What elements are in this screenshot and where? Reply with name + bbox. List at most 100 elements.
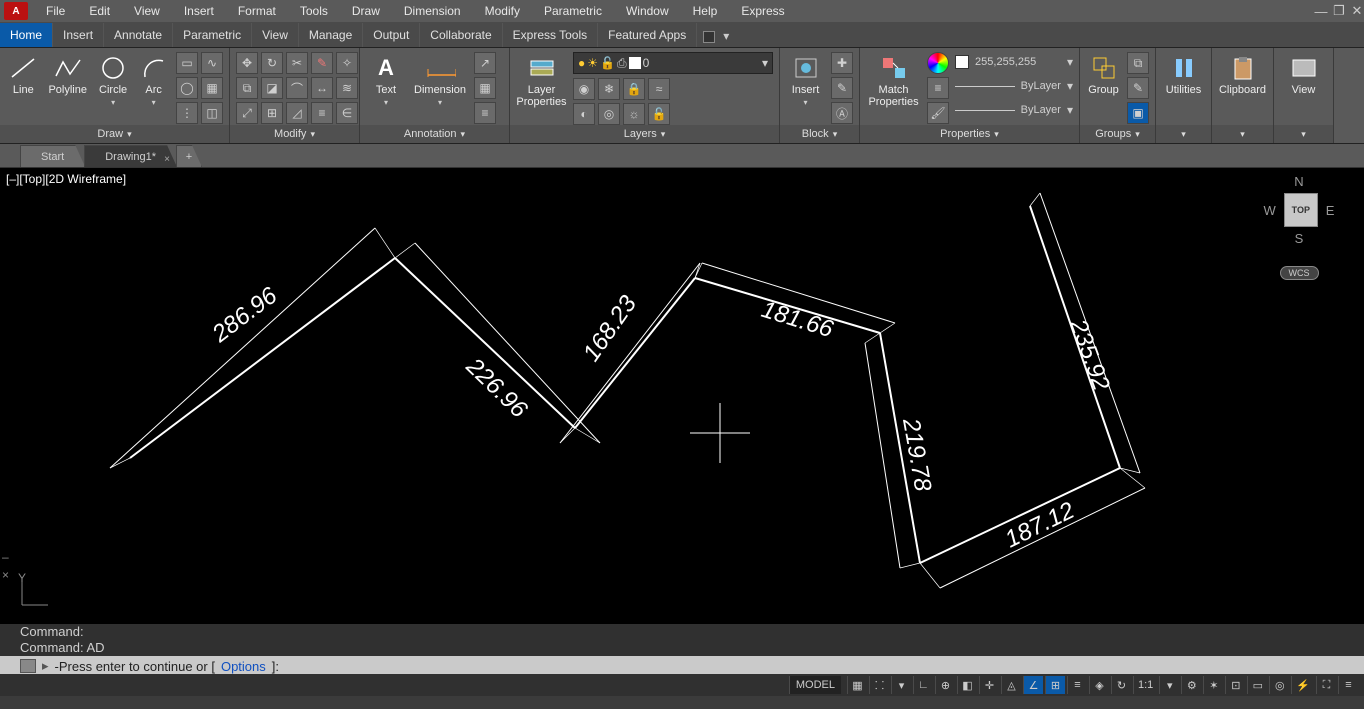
ribbon-tab-insert[interactable]: Insert <box>53 23 104 47</box>
rotate-icon[interactable]: ↻ <box>261 52 283 74</box>
line-button[interactable]: Line <box>6 52 41 96</box>
array-icon[interactable]: ⊞ <box>261 102 283 124</box>
group-button[interactable]: Group <box>1086 52 1121 96</box>
layer-selector[interactable]: ● ☀ 🔓 ⎙ 0 ▾ <box>573 52 773 74</box>
props-brush-icon[interactable]: 🖌 <box>927 102 949 124</box>
ribbon-tab-view[interactable]: View <box>252 23 299 47</box>
menu-parametric[interactable]: Parametric <box>532 0 614 22</box>
status-polar-icon[interactable]: ⊕ <box>935 676 955 694</box>
status-transparency-icon[interactable]: ◈ <box>1089 676 1109 694</box>
menu-tools[interactable]: Tools <box>288 0 340 22</box>
window-restore-icon[interactable]: ❐ <box>1332 3 1346 19</box>
status-cleanscn-icon[interactable]: ⛶ <box>1316 676 1336 694</box>
viewcube-top-face[interactable]: TOP <box>1284 193 1318 227</box>
window-close-icon[interactable]: ✕ <box>1350 3 1364 19</box>
menu-window[interactable]: Window <box>614 0 681 22</box>
status-lwt-icon[interactable]: ≡ <box>1067 676 1087 694</box>
panel-label-draw[interactable]: Draw <box>0 125 229 143</box>
ribbon-tab-home[interactable]: Home <box>0 23 53 47</box>
insert-block-button[interactable]: Insert▾ <box>786 52 825 107</box>
panel-label-modify[interactable]: Modify <box>230 125 359 143</box>
offset-icon[interactable]: ≋ <box>336 77 358 99</box>
close-panel-icon[interactable]: × <box>2 568 9 582</box>
fillet-icon[interactable]: ⌒ <box>286 77 308 99</box>
apps-icon[interactable] <box>703 31 715 43</box>
ribbon-tab-annotate[interactable]: Annotate <box>104 23 173 47</box>
point-icon[interactable]: ⋮ <box>176 102 198 124</box>
color-wheel-icon[interactable] <box>927 52 949 74</box>
move-icon[interactable]: ✥ <box>236 52 258 74</box>
viewcube-west[interactable]: W <box>1264 203 1276 218</box>
status-isolate-icon[interactable]: ◎ <box>1269 676 1289 694</box>
attribute-icon[interactable]: Ⓐ <box>831 102 853 124</box>
panel-label-annotation[interactable]: Annotation <box>360 125 509 143</box>
spline-icon[interactable]: ∿ <box>201 52 223 74</box>
ribbon-dropdown-icon[interactable]: ▾ <box>723 29 729 43</box>
polyline-button[interactable]: Polyline <box>47 52 89 96</box>
menu-edit[interactable]: Edit <box>77 0 122 22</box>
ribbon-tab-express-tools[interactable]: Express Tools <box>503 23 598 47</box>
status-cycling-icon[interactable]: ↻ <box>1111 676 1131 694</box>
layer-thaw-icon[interactable]: ☼ <box>623 103 645 125</box>
arc-button[interactable]: Arc▾ <box>137 52 170 107</box>
align-icon[interactable]: ≡ <box>311 102 333 124</box>
region-icon[interactable]: ◫ <box>201 102 223 124</box>
status-gear-icon[interactable]: ⚙ <box>1181 676 1201 694</box>
chamfer-icon[interactable]: ◿ <box>286 102 308 124</box>
menu-help[interactable]: Help <box>681 0 730 22</box>
layer-unlock-icon[interactable]: 🔓 <box>648 103 670 125</box>
panel-label-clipboard[interactable] <box>1212 125 1273 143</box>
viewcube-south[interactable]: S <box>1295 231 1304 246</box>
layer-on-icon[interactable]: ◎ <box>598 103 620 125</box>
status-ortho-icon[interactable]: ∟ <box>913 676 933 694</box>
layer-lock-icon[interactable]: 🔒 <box>623 78 645 100</box>
menu-modify[interactable]: Modify <box>473 0 532 22</box>
layer-match-icon[interactable]: ≈ <box>648 78 670 100</box>
menu-view[interactable]: View <box>122 0 172 22</box>
ungroup-icon[interactable]: ⧉ <box>1127 52 1149 74</box>
panel-label-utilities[interactable] <box>1156 125 1211 143</box>
erase-icon[interactable]: ✎ <box>311 52 333 74</box>
status-customize-icon[interactable]: ≡ <box>1338 676 1358 694</box>
viewcube-north[interactable]: N <box>1294 174 1303 189</box>
dimension-button[interactable]: Dimension▾ <box>412 52 468 107</box>
status-dyninput-icon[interactable]: ⊞ <box>1045 676 1065 694</box>
status-annotation-icon[interactable]: ✶ <box>1203 676 1223 694</box>
clipboard-button[interactable]: Clipboard <box>1218 52 1267 96</box>
layer-iso-icon[interactable]: ◐ <box>573 103 595 125</box>
command-option-link[interactable]: Options <box>221 659 266 674</box>
circle-button[interactable]: Circle▾ <box>95 52 132 107</box>
ribbon-tab-output[interactable]: Output <box>363 23 420 47</box>
copy-icon[interactable]: ⧉ <box>236 77 258 99</box>
text-button[interactable]: A Text▾ <box>366 52 406 107</box>
create-block-icon[interactable]: ✚ <box>831 52 853 74</box>
status-osnap-icon[interactable]: ✛ <box>979 676 999 694</box>
color-selector[interactable]: 255,255,255▾ <box>955 52 1073 72</box>
table-icon[interactable]: ▦ <box>474 77 496 99</box>
collapse-icon[interactable]: – <box>2 550 9 564</box>
tab-drawing1[interactable]: Drawing1*× <box>84 145 177 167</box>
status-monitor-icon[interactable]: ▭ <box>1247 676 1267 694</box>
status-annoscale[interactable]: 1:1 <box>1133 676 1157 694</box>
mtext-icon[interactable]: ≡ <box>474 102 496 124</box>
menu-express[interactable]: Express <box>729 0 796 22</box>
menu-format[interactable]: Format <box>226 0 288 22</box>
linetype-selector[interactable]: ByLayer▾ <box>955 100 1073 120</box>
status-grid-icon[interactable]: ▦ <box>847 676 867 694</box>
status-isoplane-icon[interactable]: ◧ <box>957 676 977 694</box>
menu-draw[interactable]: Draw <box>340 0 392 22</box>
trim-icon[interactable]: ✂ <box>286 52 308 74</box>
panel-label-layers[interactable]: Layers <box>510 125 779 143</box>
break-icon[interactable]: ∈ <box>336 102 358 124</box>
ribbon-tab-parametric[interactable]: Parametric <box>173 23 252 47</box>
status-otrack-icon[interactable]: ∠ <box>1023 676 1043 694</box>
mirror-icon[interactable]: ◪ <box>261 77 283 99</box>
status-model[interactable]: MODEL <box>789 676 841 694</box>
status-hardware-icon[interactable]: ⚡ <box>1291 676 1314 694</box>
ribbon-tab-collaborate[interactable]: Collaborate <box>420 23 502 47</box>
tab-start[interactable]: Start <box>20 145 85 167</box>
panel-label-properties[interactable]: Properties <box>860 125 1079 143</box>
edit-block-icon[interactable]: ✎ <box>831 77 853 99</box>
panel-label-view[interactable] <box>1274 125 1333 143</box>
window-minimize-icon[interactable]: — <box>1314 4 1328 19</box>
